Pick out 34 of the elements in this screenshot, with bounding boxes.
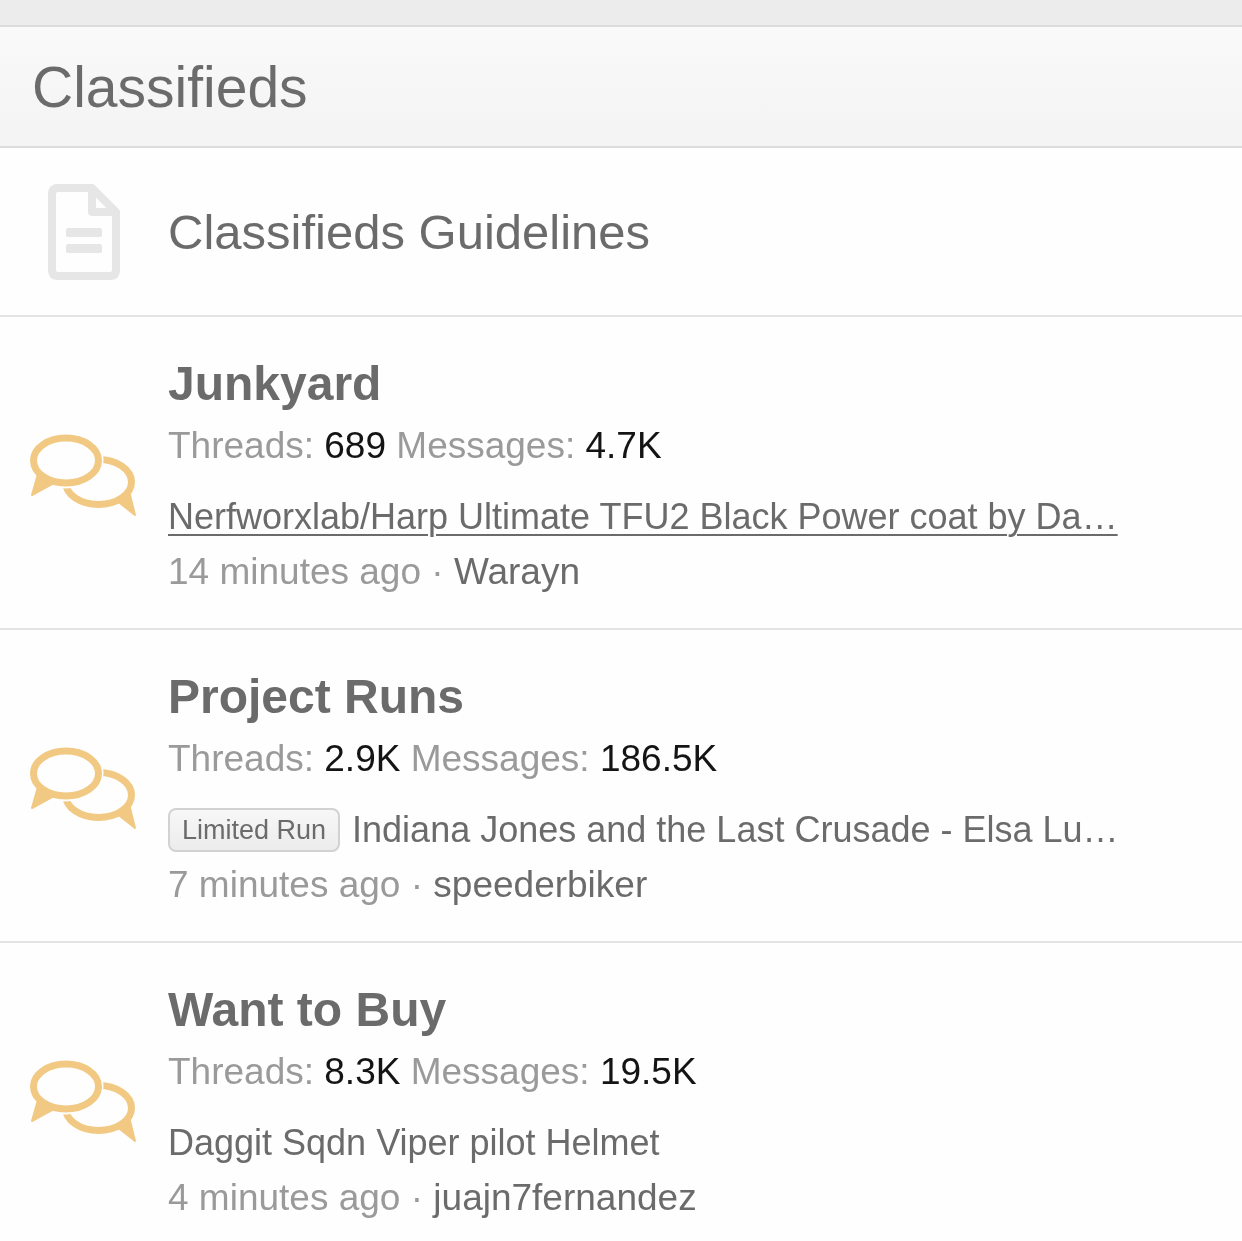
chat-bubbles-icon	[30, 1059, 138, 1144]
stat-label: Threads:	[168, 1051, 314, 1092]
stat-value: 19.5K	[599, 1051, 697, 1092]
guidelines-link[interactable]: Classifieds Guidelines	[168, 202, 651, 261]
stat-label: Messages:	[410, 1051, 590, 1092]
thread-link[interactable]: Nerfworxlab/Harp Ultimate TFU2 Black Power coat by Da…	[168, 493, 1118, 541]
meta-separator: ·	[410, 1177, 424, 1218]
forum-title[interactable]: Want to Buy	[168, 981, 447, 1039]
username-link[interactable]: speederbiker	[433, 864, 648, 905]
stat-value: 689	[324, 425, 387, 466]
forum-title[interactable]: Project Runs	[168, 668, 465, 726]
timestamp: 7 minutes ago	[168, 864, 401, 905]
meta-separator: ·	[410, 864, 424, 905]
chat-bubbles-icon	[30, 433, 138, 518]
stat-value: 186.5K	[599, 738, 718, 779]
document-icon	[48, 183, 120, 280]
meta-separator: ·	[431, 551, 444, 592]
stat-value: 8.3K	[324, 1051, 401, 1092]
stat-label: Threads:	[168, 738, 314, 779]
chat-bubbles-icon	[30, 746, 138, 831]
prefix-tag: Limited Run	[168, 808, 341, 852]
thread-link[interactable]: Daggit Sqdn Viper pilot Helmet	[168, 1119, 660, 1167]
thread-link[interactable]: Indiana Jones and the Last Crusade - Elsa Lu…	[352, 806, 1119, 854]
username-link[interactable]: juajn7fernandez	[433, 1177, 697, 1218]
timestamp: 4 minutes ago	[168, 1177, 401, 1218]
timestamp: 14 minutes ago	[168, 551, 421, 592]
section-title: Classifieds	[32, 53, 308, 120]
forum-title[interactable]: Junkyard	[168, 355, 382, 413]
stat-value: 2.9K	[324, 738, 401, 779]
stat-value: 4.7K	[585, 425, 662, 466]
username-link[interactable]: Warayn	[453, 551, 580, 592]
stat-label: Messages:	[410, 738, 590, 779]
stat-label: Messages:	[396, 425, 576, 466]
stat-label: Threads:	[168, 425, 314, 466]
